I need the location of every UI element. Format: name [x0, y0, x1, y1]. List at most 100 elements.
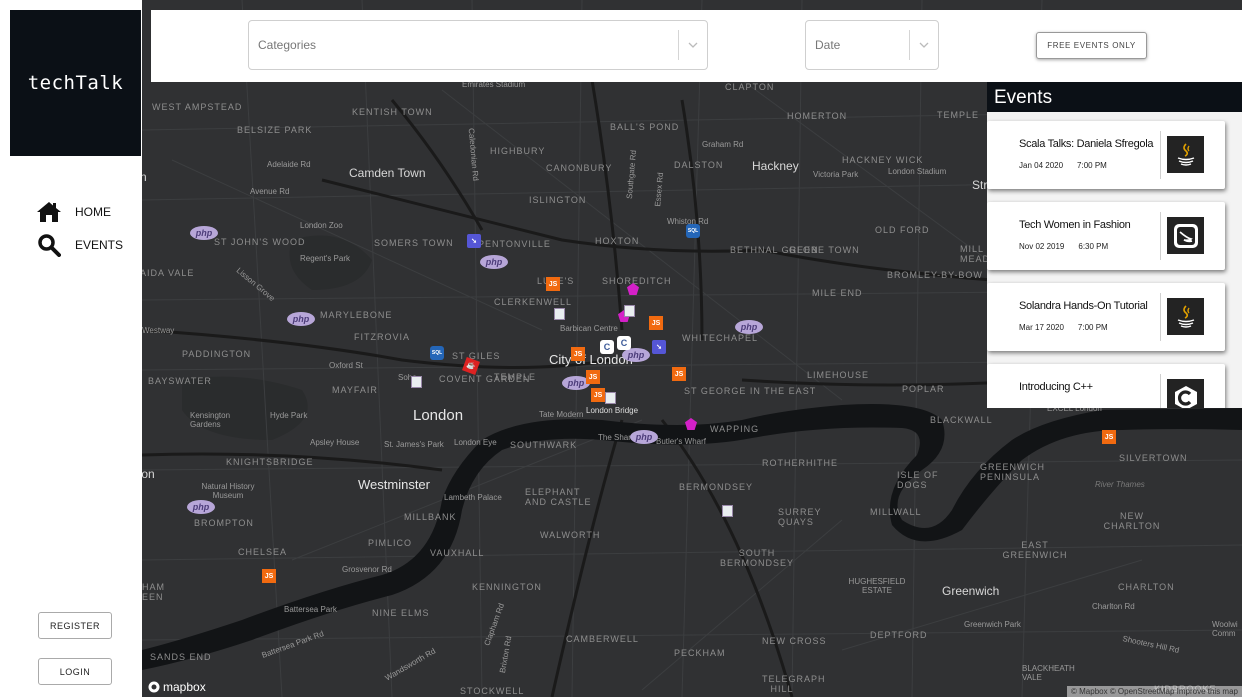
event-card[interactable]: Introducing C++: [987, 364, 1225, 408]
image-event-marker[interactable]: [554, 308, 565, 320]
map-label: CLERKENWELL: [494, 297, 573, 307]
php-event-marker[interactable]: php: [480, 255, 508, 269]
js-event-marker[interactable]: JS: [649, 316, 663, 330]
js-event-marker[interactable]: JS: [586, 370, 600, 384]
chevron-down-icon[interactable]: [910, 42, 938, 48]
php-event-marker[interactable]: php: [630, 430, 658, 444]
map-label: ISLINGTON: [529, 195, 587, 205]
map-label: WAPPING: [710, 424, 760, 434]
map-label: Apsley House: [310, 438, 360, 447]
map-label: SILVERTOWN: [1119, 453, 1188, 463]
map-label: OLD FORD: [875, 225, 930, 235]
register-button[interactable]: REGISTER: [38, 612, 112, 639]
events-panel: Events Scala Talks: Daniela Sfregola Jan…: [987, 82, 1242, 408]
event-card[interactable]: Tech Women in Fashion Nov 02 2019 6:30 PM: [987, 202, 1225, 270]
js-event-marker[interactable]: JS: [262, 569, 276, 583]
image-event-marker[interactable]: [605, 392, 616, 404]
map-label: FITZROVIA: [354, 332, 410, 342]
map-label: Greenwich: [942, 584, 1000, 598]
map-label: TELEGRAPH HILL: [762, 674, 826, 694]
app-logo[interactable]: techTalk: [10, 10, 141, 156]
map-label: DALSTON: [674, 160, 724, 170]
map-label: Charlton Rd: [1092, 602, 1135, 611]
c-event-marker[interactable]: C: [617, 336, 631, 350]
swift-event-marker[interactable]: ➘: [467, 234, 481, 248]
search-icon: [36, 234, 62, 257]
js-event-marker[interactable]: JS: [571, 347, 585, 361]
date-placeholder: Date: [815, 38, 841, 52]
free-events-only-button[interactable]: FREE EVENTS ONLY: [1036, 32, 1147, 59]
chevron-down-icon[interactable]: [679, 42, 707, 48]
map-label: HOMERTON: [787, 111, 848, 121]
php-event-marker[interactable]: php: [190, 226, 218, 240]
map-label: London Eye: [454, 438, 497, 447]
map-label: London Zoo: [300, 221, 343, 230]
js-event-marker[interactable]: JS: [546, 277, 560, 291]
map-label: Hackney: [752, 159, 799, 173]
categories-select[interactable]: Categories: [248, 20, 708, 70]
map-label: MILL MEAD: [960, 244, 991, 264]
card-divider: [1160, 293, 1161, 341]
js-event-marker[interactable]: JS: [1102, 430, 1116, 444]
sql-event-marker[interactable]: SQL: [686, 224, 700, 238]
event-title: Tech Women in Fashion: [1019, 219, 1131, 231]
sql-event-marker[interactable]: SQL: [430, 346, 444, 360]
php-event-marker[interactable]: php: [622, 348, 650, 362]
map-label: Butler's Wharf: [656, 437, 706, 446]
map-label: HACKNEY WICK: [842, 155, 924, 165]
map-label: BALL'S POND: [610, 122, 680, 132]
map-label: ST JOHN'S WOOD: [214, 237, 306, 247]
map-label: Regent's Park: [300, 254, 350, 263]
map-label: London Bridge: [586, 406, 639, 415]
map-label: HIGHBURY: [490, 146, 546, 156]
event-time: 6:30 PM: [1078, 242, 1109, 251]
map-label: BROMLEY-BY-BOW: [887, 270, 983, 280]
php-event-marker[interactable]: php: [287, 312, 315, 326]
map-attribution[interactable]: © Mapbox © OpenStreetMap Improve this ma…: [1067, 686, 1242, 697]
c-icon: [1167, 379, 1204, 408]
java-icon: [1167, 136, 1204, 173]
map-label: BAYSWATER: [148, 376, 212, 386]
nav-home[interactable]: HOME: [36, 201, 111, 223]
map-label: VAUXHALL: [430, 548, 485, 558]
php-event-marker[interactable]: php: [187, 500, 215, 514]
map-label: Greenwich Park: [964, 620, 1021, 629]
map-label: WALWORTH: [540, 530, 601, 540]
map-label: CAMBERWELL: [566, 634, 639, 644]
card-divider: [1160, 374, 1161, 408]
php-event-marker[interactable]: php: [735, 320, 763, 334]
login-button[interactable]: LOGIN: [38, 658, 112, 685]
java-icon: [1167, 298, 1204, 335]
event-card[interactable]: Scala Talks: Daniela Sfregola Jan 04 202…: [987, 121, 1225, 189]
image-event-marker[interactable]: [411, 376, 422, 388]
map-label: TEMPLE: [494, 372, 537, 382]
event-card[interactable]: Solandra Hands-On Tutorial Mar 17 2020 7:…: [987, 283, 1225, 351]
sidebar: techTalk HOME EVENTS REGISTER LOGIN: [0, 0, 142, 697]
map-label: SOUTH BERMONDSEY: [719, 548, 794, 568]
map-label: Woolwi Comm: [1212, 620, 1238, 638]
date-select[interactable]: Date: [805, 20, 939, 70]
map-label: TEMPLE: [937, 110, 980, 120]
map-label: WHITECHAPEL: [682, 333, 759, 343]
js-event-marker[interactable]: JS: [591, 388, 605, 402]
mapbox-logo[interactable]: mapbox: [148, 680, 206, 694]
map-label: NEW CROSS: [762, 636, 827, 646]
image-event-marker[interactable]: [624, 305, 635, 317]
map-label: Graham Rd: [702, 140, 744, 149]
event-date: Mar 17 2020: [1019, 323, 1064, 332]
nav-events[interactable]: EVENTS: [36, 234, 123, 257]
map-label: Camden Town: [349, 166, 426, 180]
c-event-marker[interactable]: C: [600, 340, 614, 354]
js-event-marker[interactable]: JS: [672, 367, 686, 381]
mapbox-logo-text: mapbox: [163, 680, 206, 694]
event-time: 7:00 PM: [1077, 323, 1108, 332]
event-title: Solandra Hands-On Tutorial: [1019, 300, 1148, 312]
map-label: EAST GREENWICH: [1002, 540, 1068, 560]
map-label: CANONBURY: [546, 163, 613, 173]
map-label: PECKHAM: [674, 648, 726, 658]
image-event-marker[interactable]: [722, 505, 733, 517]
swift-event-marker[interactable]: ➘: [652, 340, 666, 354]
map-label: City of London: [549, 352, 633, 367]
map-label: ST GEORGE IN THE EAST: [684, 386, 817, 396]
map-label: WEST AMPSTEAD: [152, 102, 243, 112]
